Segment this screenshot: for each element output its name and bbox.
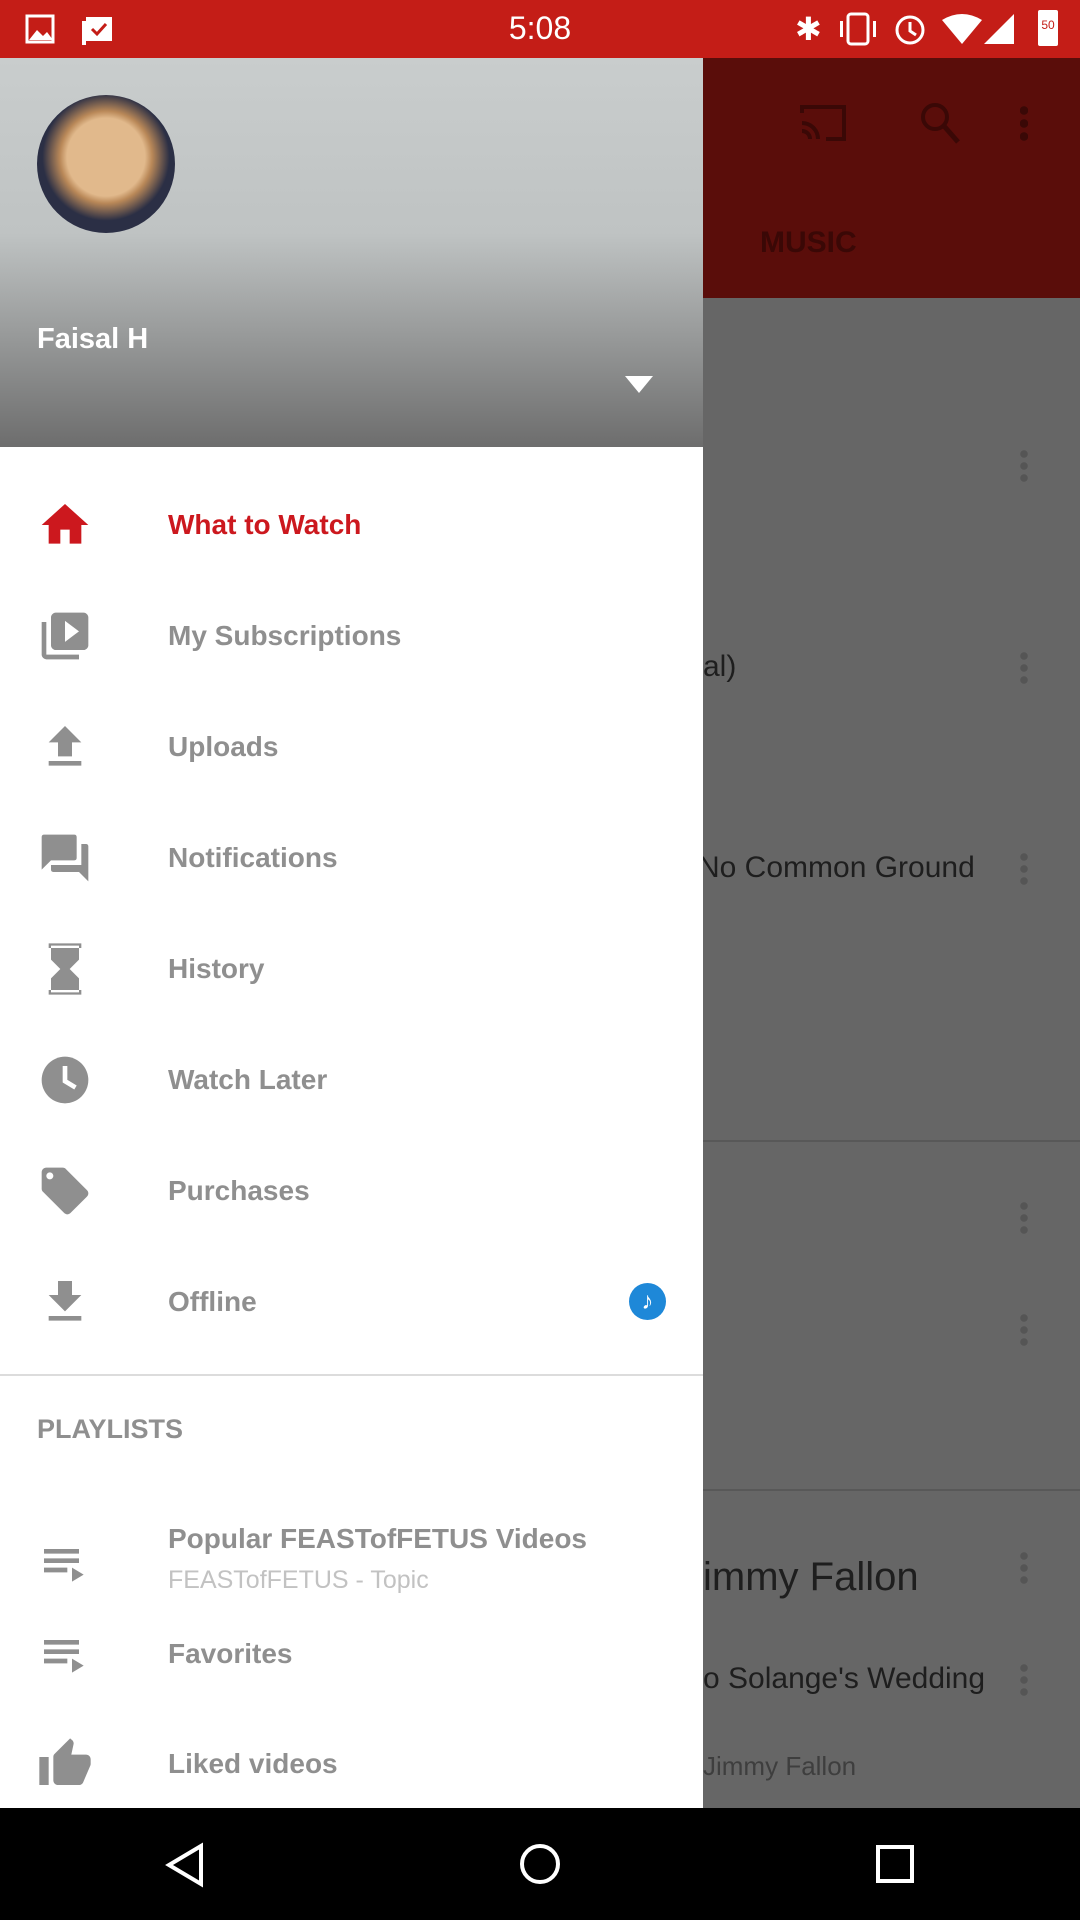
account-switcher-caret-icon[interactable]	[625, 376, 653, 393]
menu-item-watch-later[interactable]: Watch Later	[0, 1024, 703, 1135]
music-note-icon: ♪	[629, 1283, 666, 1320]
menu-item-offline[interactable]: Offline ♪	[0, 1246, 703, 1357]
section-title: immy Fallon	[703, 1555, 919, 1599]
divider	[703, 1140, 1080, 1142]
playlist-item-favorites[interactable]: Favorites	[0, 1598, 703, 1709]
tag-icon	[41, 1167, 89, 1214]
menu-item-my-subscriptions[interactable]: My Subscriptions	[0, 580, 703, 691]
more-icon[interactable]	[1020, 851, 1028, 885]
more-icon[interactable]	[1020, 1200, 1028, 1234]
menu-item-history[interactable]: History	[0, 913, 703, 1024]
more-options-icon[interactable]	[1020, 104, 1028, 143]
wifi-icon	[942, 14, 982, 44]
download-icon	[48, 1280, 82, 1321]
playlist-icon	[44, 1549, 84, 1582]
menu-item-label: Offline	[168, 1285, 257, 1317]
menu-item-label: Watch Later	[168, 1063, 328, 1095]
menu-item-label: History	[168, 952, 265, 984]
divider	[0, 1374, 703, 1376]
menu-item-label: What to Watch	[168, 508, 362, 540]
clock-icon	[41, 1056, 89, 1103]
playlist-icon	[44, 1639, 84, 1673]
home-icon	[41, 503, 89, 544]
recents-icon[interactable]	[875, 1844, 915, 1884]
back-icon[interactable]	[163, 1842, 207, 1888]
menu-item-label: Favorites	[168, 1637, 293, 1669]
video-title: al)	[703, 650, 737, 683]
divider	[703, 1489, 1080, 1491]
alarm-icon	[895, 15, 925, 45]
more-icon[interactable]	[1020, 1662, 1028, 1696]
video-title: o Solange's Wedding	[703, 1662, 986, 1695]
app-bar: MUSIC	[703, 58, 1080, 298]
upload-icon	[48, 725, 82, 766]
playlist-item-liked-videos[interactable]: Liked videos	[0, 1708, 703, 1819]
battery-icon: 50	[1038, 10, 1058, 46]
navigation-bar	[0, 1808, 1080, 1920]
tab-music[interactable]: MUSIC	[760, 226, 857, 260]
menu-item-label: Purchases	[168, 1174, 310, 1206]
video-title: No Common Ground	[698, 851, 975, 884]
cast-icon[interactable]	[798, 103, 848, 143]
menu-item-label: Uploads	[168, 730, 279, 762]
notifications-icon	[41, 834, 89, 881]
search-icon[interactable]	[918, 100, 962, 146]
channel-name: Jimmy Fallon	[703, 1751, 857, 1781]
menu-item-label: Notifications	[168, 841, 338, 873]
menu-item-label: Liked videos	[168, 1747, 338, 1779]
signal-icon	[984, 14, 1014, 44]
account-header[interactable]: Faisal H	[0, 58, 703, 447]
playlist-title: Popular FEASTofFETUS Videos	[168, 1523, 588, 1554]
more-icon[interactable]	[1020, 448, 1028, 482]
more-icon[interactable]	[1020, 1550, 1028, 1584]
subscriptions-icon	[41, 612, 89, 659]
account-name: Faisal H	[37, 323, 149, 355]
thumbs-up-icon	[39, 1737, 91, 1785]
vibrate-icon	[840, 12, 876, 46]
menu-item-notifications[interactable]: Notifications	[0, 802, 703, 913]
hourglass-icon	[48, 942, 82, 995]
navigation-drawer: Faisal H What to Watch My Subscriptions …	[0, 58, 703, 1808]
status-bar: 5:08 ✱ 50	[0, 0, 1080, 58]
menu-item-uploads[interactable]: Uploads	[0, 691, 703, 802]
bluetooth-icon: ✱	[795, 11, 822, 47]
menu-item-what-to-watch[interactable]: What to Watch	[0, 469, 703, 580]
more-icon[interactable]	[1020, 1312, 1028, 1346]
menu-item-purchases[interactable]: Purchases	[0, 1135, 703, 1246]
playlists-heading: PLAYLISTS	[37, 1414, 184, 1444]
home-button-icon[interactable]	[518, 1842, 562, 1886]
more-icon[interactable]	[1020, 650, 1028, 684]
menu-item-label: My Subscriptions	[168, 619, 402, 651]
playlist-subtitle: FEASTofFETUS - Topic	[168, 1566, 429, 1594]
avatar[interactable]	[37, 95, 175, 233]
